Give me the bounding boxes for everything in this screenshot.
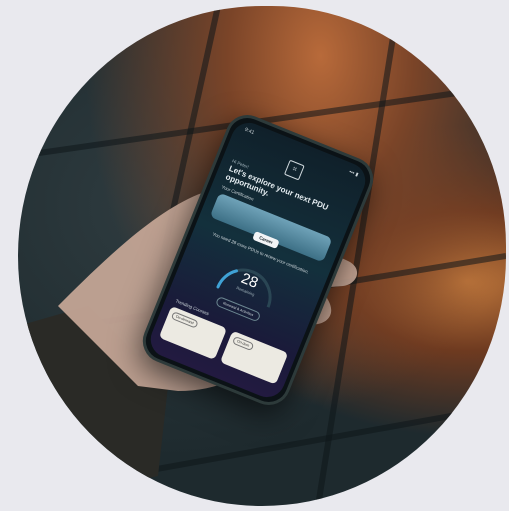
image-stage: 9:41 ▪▪▪ ▮ ⌗ Hi Peter! Let's explore you… — [0, 0, 509, 511]
signal-icon: ▪▪▪ ▮ — [348, 168, 360, 179]
course-tag: On-dem — [231, 335, 255, 352]
app-logo-icon: ⌗ — [283, 159, 305, 181]
course-tag: On-demand — [170, 311, 199, 329]
status-time: 9:41 — [243, 126, 256, 137]
